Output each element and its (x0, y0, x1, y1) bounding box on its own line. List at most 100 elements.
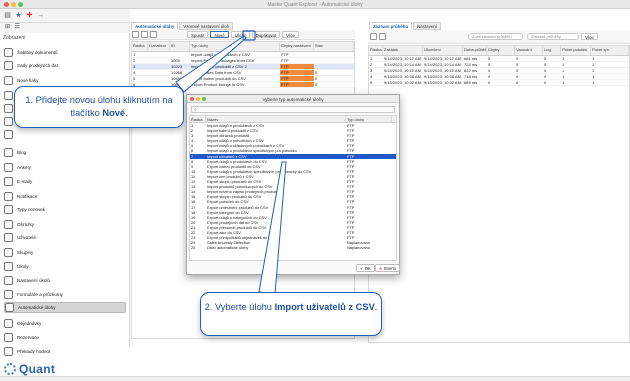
sidebar-item-13[interactable]: Obrázky (4, 219, 126, 230)
table-cell: 9/13/2023, 10:08 AM (424, 74, 461, 79)
sidebar-item-19[interactable]: Automatické úlohy (4, 302, 126, 313)
task-type-list: Řádka Název Typ úlohy 1 Import údajů o prod… (189, 115, 397, 261)
sidebar-item-21[interactable]: Rezervace (4, 332, 126, 343)
table-cell: 0 (488, 68, 491, 73)
add-icon[interactable]: ✚ (25, 11, 34, 20)
sidebar-item-14[interactable]: Uživatelé (4, 232, 126, 243)
table-cell: 822 ms (464, 68, 478, 73)
refresh-icon[interactable] (132, 31, 139, 38)
table-cell: 0 (516, 74, 519, 79)
column-header[interactable]: Název (206, 116, 346, 122)
sidebar-item-label: Šablony dokumentů (17, 50, 58, 55)
table-cell: FTP (280, 64, 314, 69)
refresh-icon[interactable] (370, 33, 377, 40)
tab-settings[interactable]: Nastavení (413, 22, 441, 30)
table-cell: 1 (562, 74, 565, 79)
cancel-button[interactable]: ⊘ Storno (375, 264, 401, 272)
column-header[interactable]: Řádka (369, 46, 383, 55)
sidebar-item-12[interactable]: Typy cenovek (4, 204, 126, 215)
grid-icon[interactable] (379, 33, 386, 40)
column-header[interactable]: Stav (314, 42, 354, 51)
column-header[interactable]: Log (543, 46, 561, 55)
sidebar-item-16[interactable]: Úkoly (4, 261, 126, 272)
table-cell: 9/14/2023, 10:10 AM (424, 68, 461, 73)
sidebar-item-9[interactable]: Ankety (4, 162, 126, 173)
sidebar-item-7[interactable] (4, 129, 126, 140)
table-cell: 5 (133, 76, 136, 81)
save-button[interactable]: Uložit (230, 31, 250, 38)
ok-button[interactable]: ✔ OK (356, 264, 375, 272)
sidebar-item-15[interactable]: Skupiny (4, 247, 126, 258)
list-view-icon[interactable]: ☰ (13, 23, 22, 32)
search-icon[interactable] (150, 31, 157, 38)
table-cell (148, 58, 170, 63)
sales-data-icon (4, 61, 13, 70)
callout2-bold: Import uživatelů z CSV (274, 302, 375, 312)
column-header[interactable]: Počet položek (561, 46, 591, 55)
column-header[interactable]: Typ úlohy (190, 42, 280, 51)
sidebar-item-20[interactable]: Objednávky (4, 318, 126, 329)
sidebar-item-18[interactable]: Formuláře a průzkumy (4, 289, 126, 300)
sidebar-item-10[interactable]: E-maily (4, 176, 126, 187)
runs-search-input[interactable]: Zobrazit průběhy (527, 33, 579, 40)
sidebar-item-22[interactable]: Překlady hodnot (4, 346, 126, 357)
table-cell (148, 52, 170, 57)
table-cell: 10268 (171, 70, 183, 75)
column-header[interactable]: Označení (148, 42, 170, 51)
quant-logo-text: Quant (19, 362, 56, 376)
sidebar-item-label: Objednávky (17, 321, 42, 326)
table-cell: FTP (281, 58, 289, 63)
sidebar-item-1[interactable]: Šablony dokumentů (4, 47, 126, 58)
column-header[interactable]: Varování (515, 46, 543, 55)
mid-toolbar: Spustit Nové Uložit Duplikovat Více (130, 30, 355, 40)
column-header[interactable]: Počet zpr. (591, 46, 629, 55)
duplicate-button[interactable]: Duplikovat (251, 31, 281, 38)
filter-icon[interactable] (141, 31, 148, 38)
left-toolbar: ▤ ★ ✚ → (0, 9, 130, 23)
column-header[interactable]: Začátek (383, 46, 423, 55)
sidebar-item-11[interactable]: Notifikace (4, 191, 126, 202)
clipboard-icon (4, 104, 13, 113)
sidebar-item-label: Překlady hodnot (17, 349, 51, 354)
column-header[interactable]: Chyby (487, 46, 515, 55)
column-header[interactable]: Řádka (132, 42, 148, 51)
table-cell: 1 (592, 62, 595, 67)
favorite-star-icon[interactable]: ★ (14, 11, 23, 20)
column-header[interactable]: Doba průběhu (463, 46, 487, 55)
dialog-title: Vyberte typ automatické úlohy (262, 96, 324, 102)
log-search-input[interactable]: Zúžit záznam průběhu (468, 33, 523, 40)
column-header[interactable]: Řádka (190, 116, 206, 122)
run-button[interactable]: Spustit (187, 31, 209, 38)
sidebar-item-8[interactable]: Blog (4, 147, 126, 158)
user-icon (4, 233, 13, 242)
table-cell: 1 (133, 52, 136, 57)
table-cell: 1 (562, 80, 565, 85)
more-button[interactable]: Více (282, 31, 299, 38)
tab-task-templates[interactable]: Vzorové nastavení úloh (179, 22, 234, 30)
sidebar-item-2[interactable]: Sady prodejních dat (4, 60, 126, 71)
column-header[interactable]: Chyby nastavení (280, 42, 314, 51)
table-cell: 0 (544, 68, 547, 73)
table-cell (314, 64, 354, 69)
right-more-button[interactable]: Více (581, 33, 598, 40)
tab-automatic-tasks[interactable]: Automatické úlohy (131, 22, 179, 30)
tab-run-log[interactable]: Záznam průběhu (369, 22, 413, 30)
column-header[interactable]: Ukončení (423, 46, 463, 55)
column-header[interactable]: Typ úlohy (346, 116, 392, 122)
sidebar-toggle-icon[interactable]: ▤ (3, 11, 12, 20)
table-cell: 0 (544, 74, 547, 79)
cancel-icon: ⊘ (379, 266, 383, 271)
table-row[interactable]: 5 9/13/2023, 10:02 AM 9/13/2023, 10:02 AM 6… (369, 80, 629, 86)
right-tabs: Záznam průběhu Nastavení (369, 22, 442, 30)
arrow-icon[interactable]: → (36, 11, 45, 20)
dialog-search-input[interactable]: ⌕ (191, 106, 395, 113)
sidebar-item-17[interactable]: Nastavení úkolů (4, 275, 126, 286)
status-bar (0, 376, 630, 381)
callout-step-2: 2. Vyberte úlohu Import uživatelů z CSV. (200, 292, 382, 336)
task-type-row[interactable]: 25 Další automatické úlohy Naplánováno (190, 245, 396, 250)
new-button[interactable]: Nové (210, 31, 229, 38)
table-cell: 0 (544, 56, 547, 61)
sidebar-item-3[interactable]: Nové fiaky (4, 75, 126, 86)
tree-view-icon[interactable]: ⊞ (3, 23, 12, 32)
column-header[interactable]: ID (170, 42, 190, 51)
